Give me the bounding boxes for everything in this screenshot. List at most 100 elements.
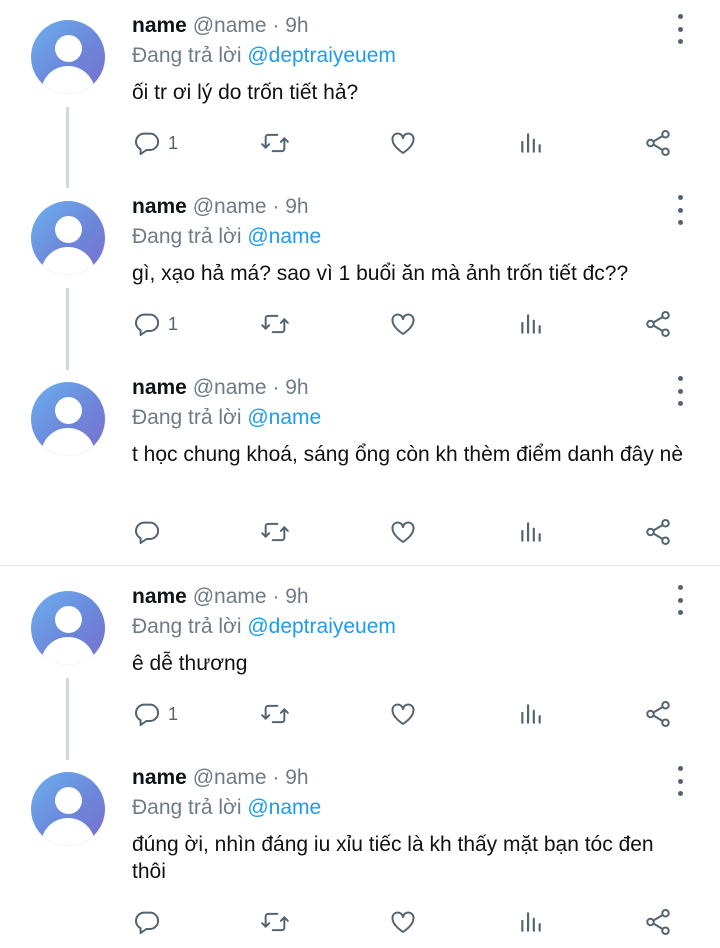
like-button[interactable] <box>388 309 418 339</box>
more-options-icon[interactable] <box>668 376 692 406</box>
user-handle[interactable]: @name <box>193 585 267 608</box>
separator-dot: · <box>272 766 280 789</box>
heart-icon <box>391 132 415 154</box>
reply-count: 1 <box>168 703 179 724</box>
like-button[interactable] <box>388 907 418 937</box>
analytics-icon <box>521 133 541 153</box>
tweet-text: gì, xạo hả má? sao vì 1 buổi ăn mà ảnh t… <box>132 262 629 285</box>
views-button[interactable] <box>518 309 544 339</box>
reply-button[interactable]: 1 <box>133 309 178 339</box>
retweet-button[interactable] <box>259 309 291 339</box>
reply-icon <box>134 703 159 727</box>
retweet-button[interactable] <box>259 128 291 158</box>
analytics-icon <box>521 314 541 334</box>
conversation-divider <box>0 565 720 566</box>
avatar[interactable] <box>31 772 105 846</box>
reply-context: Đang trả lời @deptraiyeuem <box>132 44 396 68</box>
display-name[interactable]: name <box>132 14 187 37</box>
reply-icon <box>134 313 159 337</box>
reply-icon <box>134 132 159 156</box>
reply-count: 1 <box>168 132 179 153</box>
reply-mention[interactable]: @name <box>247 406 321 429</box>
heart-icon <box>391 521 415 543</box>
more-options-icon[interactable] <box>668 195 692 225</box>
avatar[interactable] <box>31 20 105 94</box>
display-name[interactable]: name <box>132 195 187 218</box>
share-icon <box>646 130 670 156</box>
reply-context: Đang trả lời @deptraiyeuem <box>132 615 396 639</box>
user-handle[interactable]: @name <box>193 14 267 37</box>
share-button[interactable] <box>643 517 673 547</box>
retweet-button[interactable] <box>259 699 291 729</box>
retweet-icon <box>261 133 289 153</box>
tweet-header: name @name · 9h <box>132 376 309 400</box>
reply-mention[interactable]: @name <box>247 225 321 248</box>
reply-button[interactable]: 1 <box>133 128 178 158</box>
like-button[interactable] <box>388 517 418 547</box>
reply-button[interactable] <box>133 907 168 937</box>
timestamp[interactable]: 9h <box>285 585 308 608</box>
reply-icon <box>134 521 159 545</box>
tweet-text: đúng ời, nhìn đáng iu xỉu tiếc là kh thấ… <box>132 833 654 883</box>
reply-icon <box>134 911 159 935</box>
timestamp[interactable]: 9h <box>285 376 308 399</box>
analytics-icon <box>521 522 541 542</box>
views-button[interactable] <box>518 128 544 158</box>
reply-context: Đang trả lời @name <box>132 796 321 820</box>
share-icon <box>646 519 670 545</box>
avatar[interactable] <box>31 201 105 275</box>
reply-count: 1 <box>168 313 179 334</box>
like-button[interactable] <box>388 128 418 158</box>
heart-icon <box>391 911 415 933</box>
user-handle[interactable]: @name <box>193 376 267 399</box>
reply-context: Đang trả lời @name <box>132 225 321 249</box>
reply-mention[interactable]: @name <box>247 796 321 819</box>
share-button[interactable] <box>643 907 673 937</box>
share-icon <box>646 311 670 337</box>
display-name[interactable]: name <box>132 376 187 399</box>
views-button[interactable] <box>518 699 544 729</box>
retweet-icon <box>261 912 289 932</box>
timestamp[interactable]: 9h <box>285 14 308 37</box>
avatar[interactable] <box>31 382 105 456</box>
heart-icon <box>391 703 415 725</box>
user-handle[interactable]: @name <box>193 766 267 789</box>
tweet-header: name @name · 9h <box>132 14 309 38</box>
thread-connector-line <box>66 288 69 370</box>
share-icon <box>646 701 670 727</box>
tweet-text: t học chung khoá, sáng ổng còn kh thèm đ… <box>132 443 684 466</box>
display-name[interactable]: name <box>132 766 187 789</box>
tweet-header: name @name · 9h <box>132 195 309 219</box>
more-options-icon[interactable] <box>668 14 692 44</box>
reply-mention[interactable]: @deptraiyeuem <box>247 615 396 638</box>
reply-prefix: Đang trả lời <box>132 406 242 429</box>
retweet-button[interactable] <box>259 517 291 547</box>
share-button[interactable] <box>643 128 673 158</box>
like-button[interactable] <box>388 699 418 729</box>
analytics-icon <box>521 912 541 932</box>
reply-button[interactable]: 1 <box>133 699 178 729</box>
timestamp[interactable]: 9h <box>285 195 308 218</box>
views-button[interactable] <box>518 907 544 937</box>
timestamp[interactable]: 9h <box>285 766 308 789</box>
display-name[interactable]: name <box>132 585 187 608</box>
separator-dot: · <box>272 376 280 399</box>
reply-mention[interactable]: @deptraiyeuem <box>247 44 396 67</box>
reply-context: Đang trả lời @name <box>132 406 321 430</box>
user-handle[interactable]: @name <box>193 195 267 218</box>
share-button[interactable] <box>643 699 673 729</box>
separator-dot: · <box>272 585 280 608</box>
reply-button[interactable] <box>133 517 168 547</box>
avatar[interactable] <box>31 591 105 665</box>
share-button[interactable] <box>643 309 673 339</box>
tweet-text: ê dễ thương <box>132 652 248 675</box>
retweet-button[interactable] <box>259 907 291 937</box>
thread-connector-line <box>66 107 69 188</box>
more-options-icon[interactable] <box>668 766 692 796</box>
tweet-text: ối tr ơi lý do trốn tiết hả? <box>132 81 359 104</box>
retweet-icon <box>261 522 289 542</box>
reply-prefix: Đang trả lời <box>132 225 242 248</box>
thread-connector-line <box>66 678 69 760</box>
views-button[interactable] <box>518 517 544 547</box>
more-options-icon[interactable] <box>668 585 692 615</box>
